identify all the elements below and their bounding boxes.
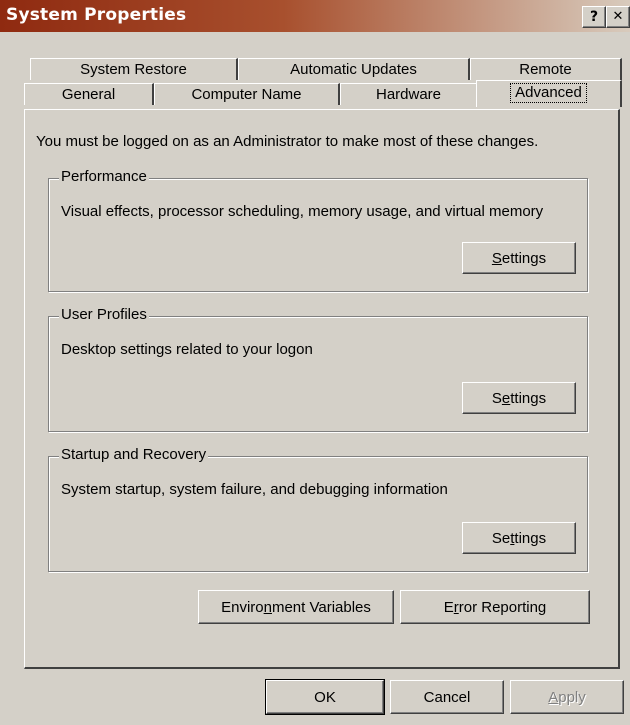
- admin-notice: You must be logged on as an Administrato…: [36, 133, 539, 150]
- user-profiles-settings-button[interactable]: Settings: [462, 382, 576, 414]
- group-description: Desktop settings related to your logon: [61, 341, 313, 358]
- help-button[interactable]: ?: [582, 6, 606, 28]
- button-access-key: A: [548, 688, 559, 706]
- user-profiles-group: User Profiles Desktop settings related t…: [48, 306, 588, 432]
- button-label-post: ettings: [501, 249, 547, 267]
- tab-hardware[interactable]: Hardware: [340, 83, 478, 105]
- button-label-post: ror Reporting: [458, 598, 547, 616]
- startup-recovery-group: Startup and Recovery System startup, sys…: [48, 446, 588, 572]
- tab-label: System Restore: [80, 61, 187, 78]
- tab-general[interactable]: General: [24, 83, 154, 105]
- window-title: System Properties: [6, 5, 187, 25]
- button-label-pre: S: [491, 389, 502, 407]
- group-description: System startup, system failure, and debu…: [61, 481, 448, 498]
- button-label-post: pply: [558, 688, 586, 706]
- button-access-key: e: [501, 389, 511, 407]
- tab-label: Hardware: [375, 86, 442, 103]
- tab-label: Automatic Updates: [290, 61, 417, 78]
- button-label-pre: E: [443, 598, 454, 616]
- group-label: User Profiles: [59, 306, 149, 323]
- button-label-post: ment Variables: [271, 598, 371, 616]
- performance-settings-button[interactable]: Settings: [462, 242, 576, 274]
- tab-label: Advanced: [510, 83, 587, 103]
- system-properties-dialog: System Properties ? ✕ System Restore Aut…: [0, 0, 630, 725]
- performance-group: Performance Visual effects, processor sc…: [48, 168, 588, 292]
- button-label-post: ttings: [510, 389, 547, 407]
- title-bar[interactable]: System Properties ? ✕: [0, 0, 630, 32]
- close-icon: ✕: [612, 9, 624, 24]
- group-label: Startup and Recovery: [59, 446, 209, 463]
- button-access-key: S: [491, 249, 502, 267]
- button-label-pre: Se: [491, 529, 511, 547]
- cancel-button[interactable]: Cancel: [390, 680, 504, 714]
- error-reporting-button[interactable]: Error Reporting: [400, 590, 590, 624]
- help-icon: ?: [589, 9, 599, 25]
- environment-variables-button[interactable]: Environment Variables: [198, 590, 394, 624]
- tab-label: Remote: [519, 61, 572, 78]
- tab-computer-name[interactable]: Computer Name: [154, 83, 340, 105]
- tab-advanced[interactable]: Advanced: [476, 80, 622, 107]
- group-description: Visual effects, processor scheduling, me…: [61, 203, 544, 220]
- button-label: Cancel: [423, 688, 471, 706]
- group-label: Performance: [59, 168, 149, 185]
- startup-recovery-settings-button[interactable]: Settings: [462, 522, 576, 554]
- tab-system-restore[interactable]: System Restore: [30, 58, 238, 80]
- button-label: OK: [314, 688, 336, 706]
- tab-automatic-updates[interactable]: Automatic Updates: [238, 58, 470, 80]
- apply-button[interactable]: Apply: [510, 680, 624, 714]
- tab-remote[interactable]: Remote: [470, 58, 622, 80]
- close-button[interactable]: ✕: [606, 6, 630, 28]
- button-label-pre: Enviro: [221, 598, 264, 616]
- ok-button[interactable]: OK: [265, 679, 385, 715]
- tab-label: Computer Name: [191, 86, 302, 103]
- button-access-key: n: [263, 598, 272, 616]
- button-label-post: tings: [514, 529, 547, 547]
- tab-label: General: [61, 86, 116, 103]
